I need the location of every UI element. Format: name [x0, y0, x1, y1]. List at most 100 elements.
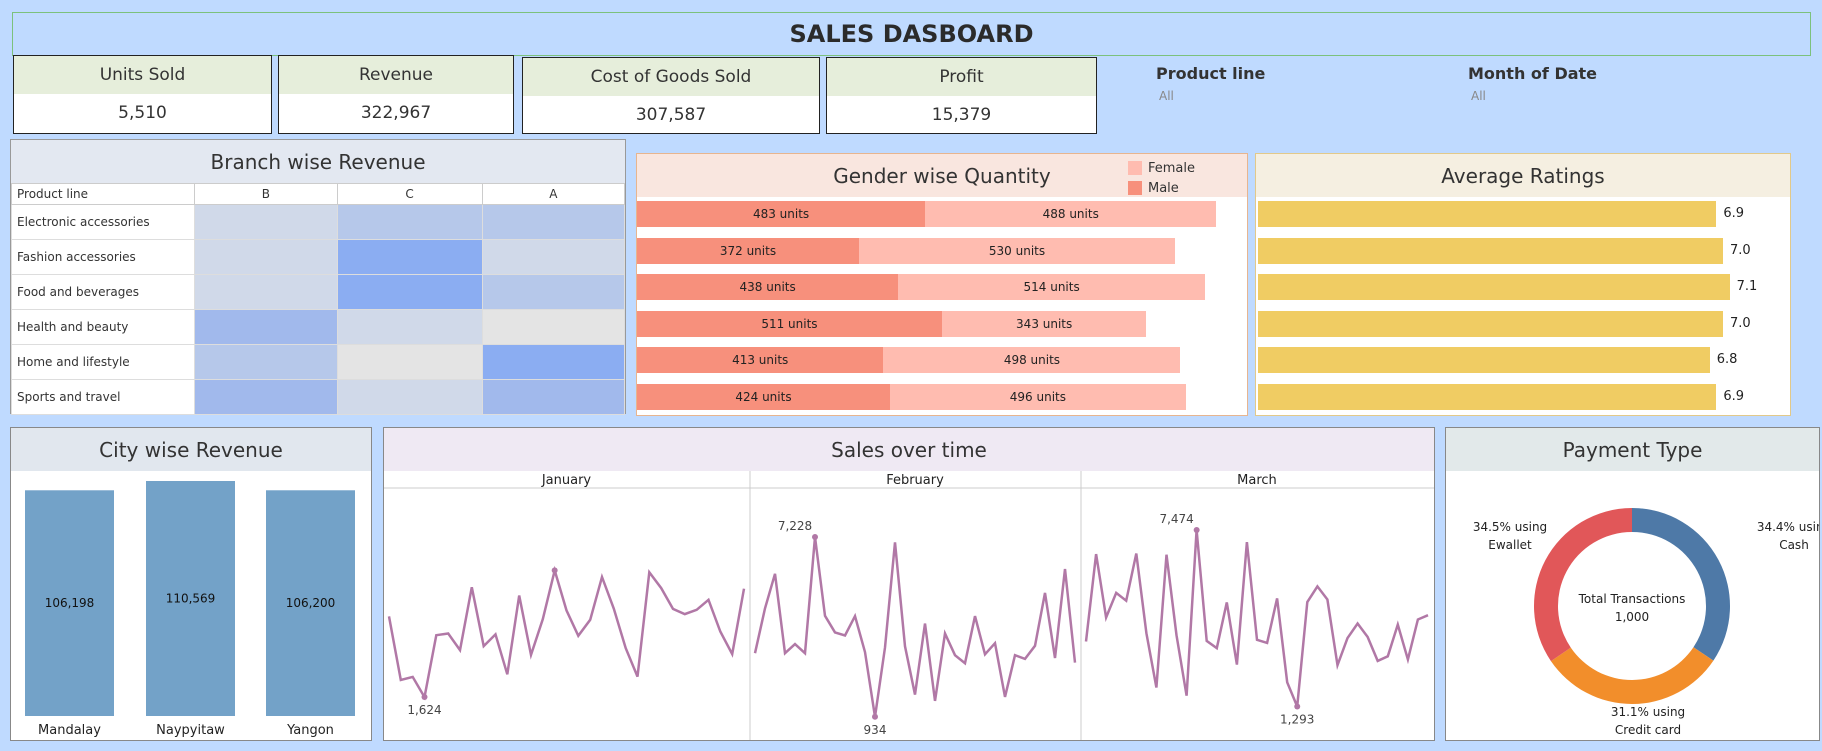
rating-bar[interactable] [1258, 310, 1723, 337]
rating-label: 6.8 [1716, 352, 1738, 368]
heatmap-cell[interactable] [336, 204, 483, 240]
donut-slice-label: 31.1% using Credit card [1611, 705, 1685, 737]
kpi-label: Revenue [279, 56, 513, 94]
rating-label: 7.1 [1736, 279, 1758, 295]
month-label: February [886, 473, 944, 488]
filter-label: Product line [1156, 64, 1266, 83]
rating-bars: 6.9 7.0 7.1 7.0 6.8 6.9 [1256, 197, 1790, 415]
legend-item-male[interactable]: Male [1127, 178, 1195, 198]
donut-label-line: Cash [1779, 538, 1809, 552]
rating-bar[interactable] [1258, 201, 1717, 227]
heatmap-cell[interactable] [336, 309, 483, 345]
donut-label-line: Credit card [1615, 723, 1681, 737]
city-value-label: 110,569 [166, 592, 216, 606]
female-bar[interactable]: 496 units [889, 384, 1186, 410]
filter-value[interactable]: All [1159, 89, 1265, 103]
heatmap-cell[interactable] [194, 274, 338, 310]
heatmap-cell[interactable] [481, 274, 626, 310]
rating-bar[interactable] [1258, 237, 1723, 264]
rating-bar[interactable] [1258, 347, 1710, 374]
heatmap-cell[interactable] [194, 344, 338, 380]
female-bar[interactable]: 498 units [883, 347, 1181, 374]
sales-line[interactable] [387, 565, 746, 701]
heatmap-cell[interactable] [194, 204, 338, 240]
male-bar[interactable]: 424 units [637, 384, 890, 410]
heatmap-cell[interactable] [336, 379, 483, 415]
heatmap-row: Food and beverages [11, 274, 626, 310]
city-name-label: Naypyitaw [156, 723, 225, 738]
kpi-units-sold: Units Sold 5,510 [13, 55, 272, 134]
male-bar[interactable]: 438 units [637, 274, 899, 301]
filter-month-of-date[interactable]: Month of Date All [1468, 64, 1597, 103]
sales-over-time-chart: January 1,624 February 7,228 934 March 7,474 1,… [384, 471, 1434, 740]
gender-bar-row: 413 units 498 units [637, 347, 1181, 374]
extreme-marker[interactable] [1294, 703, 1301, 710]
panel-title: City wise Revenue [11, 428, 371, 471]
sales-line[interactable] [1084, 529, 1429, 707]
extreme-marker[interactable] [421, 694, 428, 701]
payment-type-panel: Payment Type 34.4% using Cash 31.1% using C… [1445, 427, 1822, 741]
heatmap-cell[interactable] [194, 309, 338, 345]
heatmap-cell[interactable] [336, 344, 483, 380]
female-bar[interactable]: 343 units [941, 310, 1147, 337]
payment-type-donut: 34.4% using Cash 31.1% using Credit card 34.… [1473, 508, 1822, 737]
heatmap-cell[interactable] [194, 379, 338, 415]
heatmap-col-header: A [481, 183, 626, 205]
heatmap-cell[interactable] [336, 239, 483, 275]
heatmap-cell[interactable] [481, 344, 626, 380]
donut-slice[interactable] [1534, 508, 1632, 662]
donut-slice-label: 34.5% using Ewallet [1473, 520, 1547, 552]
extreme-marker[interactable] [812, 534, 818, 541]
kpi-profit: Profit 15,379 [826, 57, 1097, 134]
gender-bar-row: 511 units 343 units [637, 310, 1147, 337]
heatmap-row: Health and beauty [11, 309, 626, 345]
male-bar[interactable]: 511 units [637, 310, 942, 337]
heatmap-cell[interactable] [481, 379, 626, 415]
female-bar[interactable]: 488 units [925, 201, 1217, 227]
heatmap-col-header: C [336, 183, 483, 205]
gender-bar-row: 372 units 530 units [637, 237, 1176, 264]
heatmap-cell[interactable] [481, 204, 626, 240]
panel-title: Payment Type [1446, 428, 1819, 471]
female-bar[interactable]: 514 units [898, 274, 1205, 301]
heatmap-cell[interactable] [481, 239, 626, 275]
filter-value[interactable]: All [1471, 89, 1597, 103]
donut-label-line: Ewallet [1488, 538, 1532, 552]
heatmap-cell[interactable] [194, 239, 338, 275]
heatmap-row: Home and lifestyle [11, 344, 626, 380]
extreme-label: 1,624 [407, 703, 441, 717]
heatmap-table: Product line B C A Electronic accessorie… [11, 183, 626, 415]
filter-product-line[interactable]: Product line All [1156, 64, 1265, 103]
donut-slice[interactable] [1550, 647, 1714, 704]
heatmap-row-label: Fashion accessories [11, 239, 195, 275]
extreme-marker[interactable] [1193, 527, 1200, 534]
filter-label: Month of Date [1468, 64, 1598, 83]
donut-center-value: 1,000 [1615, 610, 1649, 624]
male-bar[interactable]: 372 units [637, 237, 859, 264]
sales-line[interactable] [753, 536, 1077, 717]
extreme-marker[interactable] [551, 567, 558, 574]
donut-slice[interactable] [1632, 508, 1730, 661]
kpi-value: 307,587 [635, 105, 707, 125]
kpi-label: Profit [827, 58, 1096, 96]
heatmap-row-label: Home and lifestyle [11, 344, 195, 380]
male-bar[interactable]: 413 units [637, 347, 884, 374]
legend-label: Male [1147, 180, 1179, 196]
legend-swatch [1127, 161, 1142, 175]
rating-label: 6.9 [1723, 389, 1745, 404]
city-revenue-panel: City wise Revenue 106,198 Mandalay 110,569… [10, 427, 372, 741]
panel-header: Gender wise Quantity Female Male [637, 154, 1247, 197]
gender-bar-row: 424 units 496 units [637, 384, 1186, 410]
legend-item-female[interactable]: Female [1127, 158, 1195, 178]
extreme-marker[interactable] [872, 713, 878, 720]
city-revenue-chart: 106,198 Mandalay 110,569 Naypyitaw 106,200 Ya… [25, 481, 355, 738]
rating-bar[interactable] [1258, 384, 1717, 410]
male-bar[interactable]: 483 units [637, 201, 926, 227]
gender-bars: 483 units 488 units 372 units 530 units 438 … [637, 197, 1247, 415]
kpi-label: Units Sold [14, 56, 271, 94]
heatmap-cell[interactable] [481, 309, 626, 345]
rating-bar[interactable] [1258, 274, 1730, 301]
city-name-label: Mandalay [38, 723, 101, 738]
heatmap-cell[interactable] [336, 274, 483, 310]
female-bar[interactable]: 530 units [858, 237, 1176, 264]
